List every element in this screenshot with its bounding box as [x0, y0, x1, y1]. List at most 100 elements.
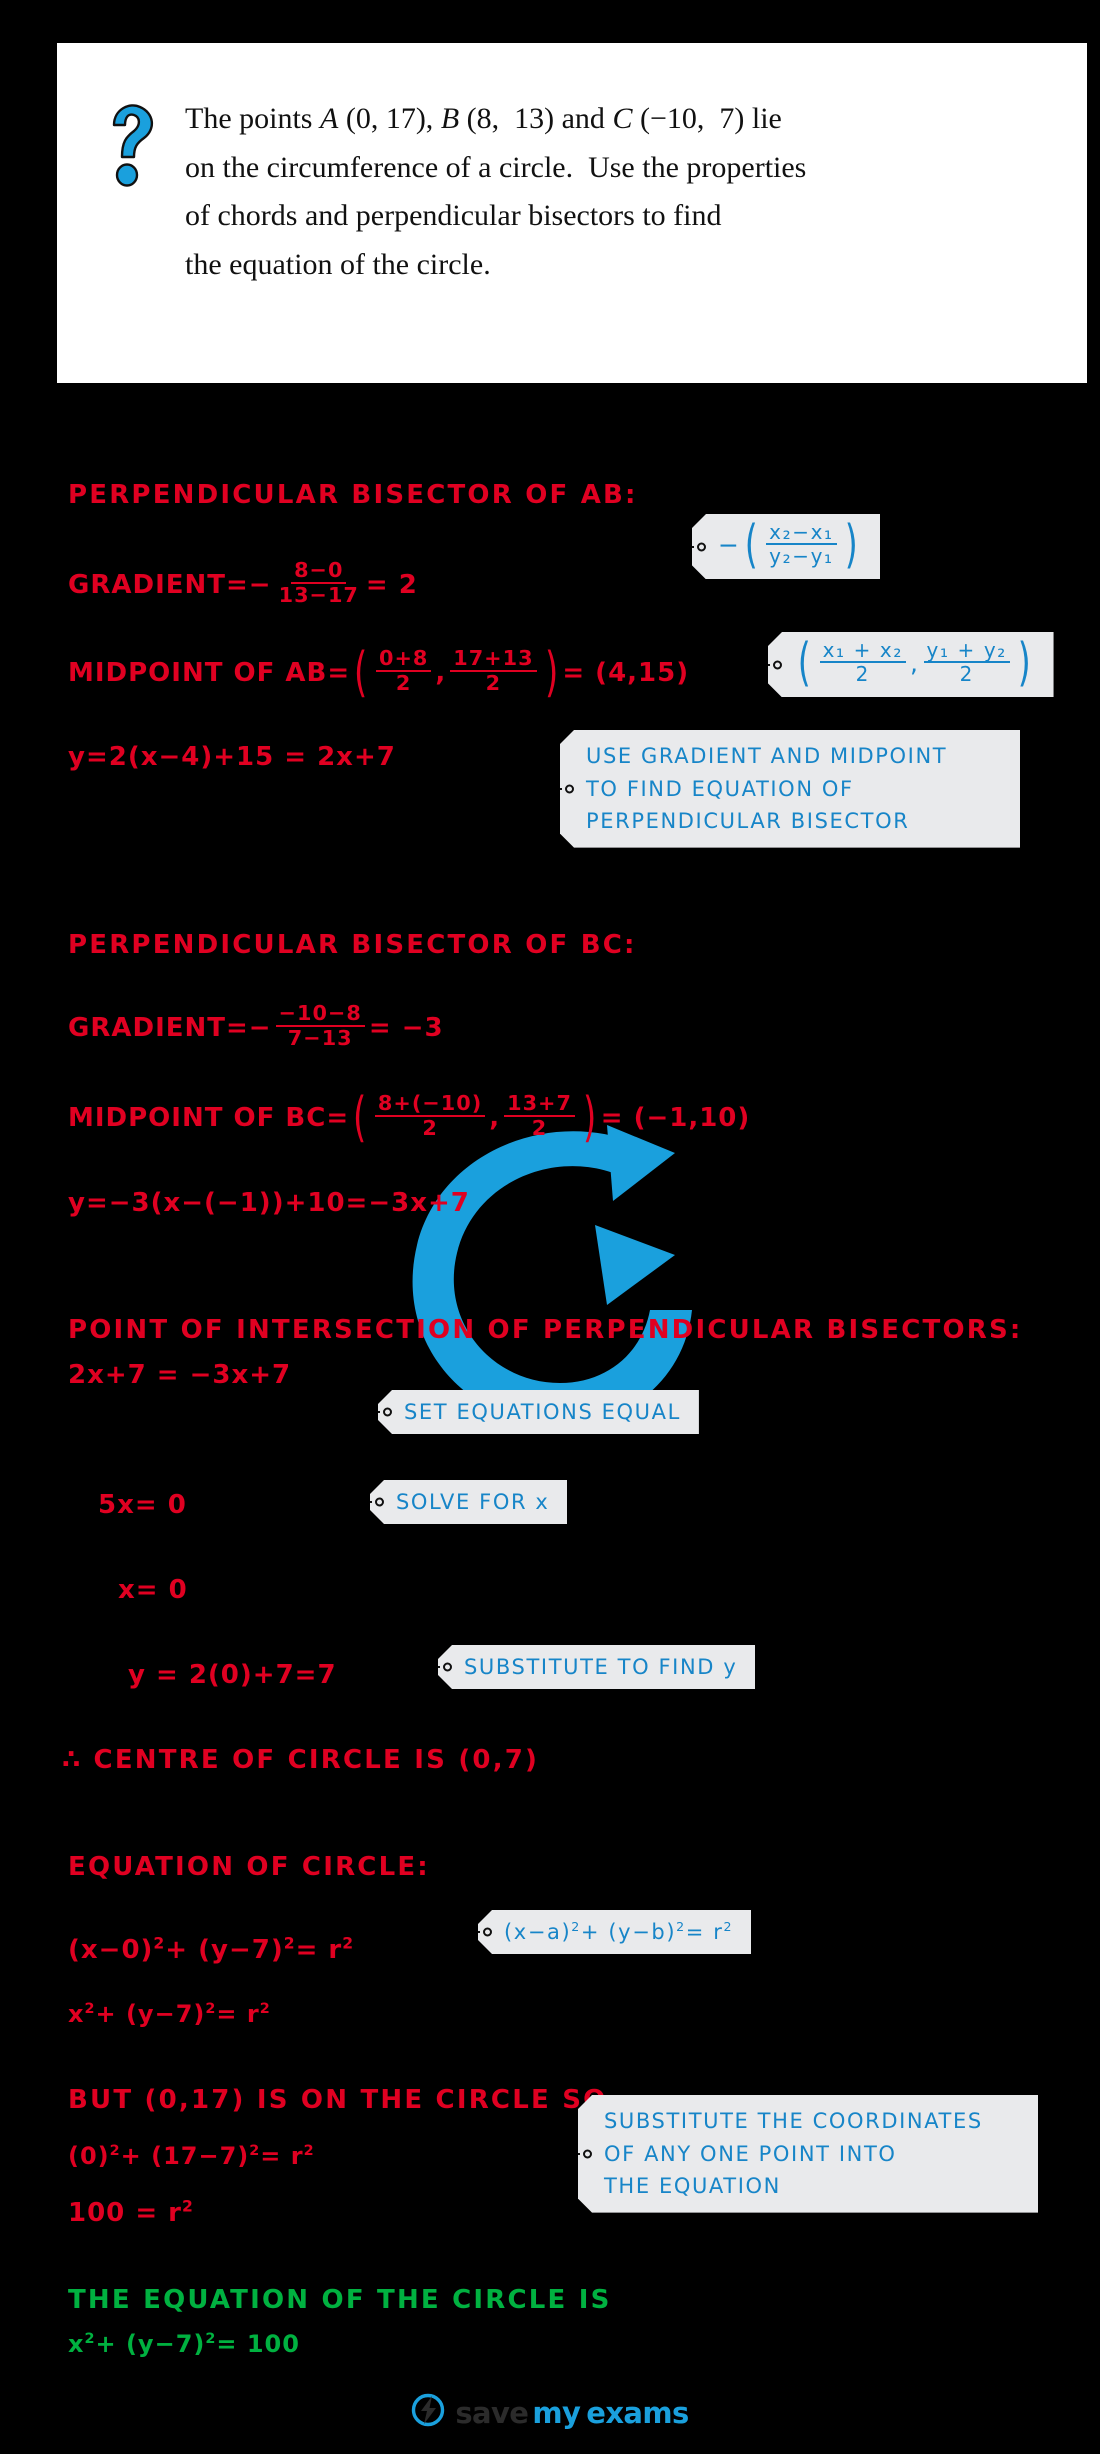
callout-use-gradient-midpoint: USE GRADIENT AND MIDPOINT TO FIND EQUATI…: [560, 730, 1020, 848]
gradient-formula-fraction: x₂−x₁ y₂−y₁: [766, 522, 836, 567]
right-paren: ): [844, 514, 859, 575]
pb-ab-line-equation: y=2(x−4)+15 = 2x+7: [68, 742, 396, 772]
power-2: 2: [84, 2001, 96, 2017]
power-2: 2: [676, 1919, 686, 1934]
tag-hole-icon: [483, 1928, 492, 1937]
tag-stem: [686, 546, 694, 548]
callout-gradient-formula: −(x₂−x₁ y₂−y₁): [692, 514, 880, 579]
fraction-numerator: x₂−x₁: [766, 522, 836, 545]
tag-hole-icon: [583, 2149, 592, 2158]
callout-solve-for-x: SOLVE FOR x: [370, 1480, 567, 1524]
fraction-denominator: 2: [422, 1115, 438, 1140]
footer-word-my: my: [532, 2395, 581, 2430]
term-b: + (y−7): [95, 2000, 206, 2028]
gradient-ab-result: = 2: [365, 570, 418, 601]
term-c: = r: [260, 2142, 304, 2170]
callout-line-1: SUBSTITUTE THE COORDINATES: [604, 2109, 983, 2133]
right-paren: ): [544, 641, 559, 704]
term-a: 100 = r: [68, 2198, 182, 2228]
heading-point-of-intersection: POINT OF INTERSECTION OF PERPENDICULAR B…: [68, 1315, 1023, 1345]
footer-word-exams: exams: [586, 2395, 689, 2430]
midpoint-bc-equation: MIDPOINT OF BC=(8+(−10) 2, 13+7 2) = (−1,10): [68, 1086, 751, 1149]
fraction-denominator: y₂−y₁: [769, 544, 834, 568]
term-a: (x−0): [68, 1935, 154, 1965]
question-card: The points A (0, 17), B (8, 13) and C (−…: [57, 43, 1087, 383]
substitute-point-line-1: (0)2+ (17−7)2= r2: [68, 2142, 315, 2170]
midpoint-bc-x-fraction: 8+(−10) 2: [374, 1092, 486, 1140]
midpoint-bc-y-fraction: 13+7 2: [504, 1092, 575, 1140]
gradient-ab-fraction: 8−0 13−17: [276, 559, 362, 607]
power-2: 2: [259, 2001, 271, 2017]
callout-line-3: THE EQUATION: [604, 2174, 781, 2199]
eq-sign: =: [327, 658, 351, 689]
power-2: 2: [181, 2197, 194, 2216]
minus-sign: −: [248, 570, 272, 601]
fraction-denominator: 2: [485, 670, 502, 695]
midpoint-bc-result: = (−1,10): [600, 1103, 751, 1134]
callout-line-2: TO FIND EQUATION OF: [586, 776, 854, 801]
tag-stem: [554, 788, 562, 790]
tag-hole-icon: [565, 784, 574, 793]
midpoint-formula-y-fraction: y₁ + y₂ 2: [924, 640, 1010, 685]
fraction-denominator: 7−13: [287, 1025, 353, 1050]
tag-stem: [472, 1931, 480, 1933]
midpoint-formula-math: (x₁ + x₂ 2, y₁ + y₂ 2): [794, 642, 1036, 687]
heading-pb-ab: PERPENDICULAR BISECTOR OF AB:: [68, 480, 638, 510]
tag-stem: [364, 1501, 372, 1503]
fraction-numerator: x₁ + x₂: [820, 640, 906, 663]
heading-but-point-on-circle: BUT (0,17) IS ON THE CIRCLE SO: [68, 2085, 608, 2115]
intersection-step-1: 2x+7 = −3x+7: [68, 1360, 292, 1390]
fraction-numerator: y₁ + y₂: [924, 640, 1010, 663]
tag-hole-icon: [383, 1408, 392, 1417]
question-mark-icon: [99, 99, 165, 200]
power-2: 2: [205, 2331, 217, 2347]
right-paren: ): [582, 1086, 597, 1149]
power-2: 2: [342, 1934, 355, 1953]
tag-hole-icon: [697, 542, 706, 551]
tag-stem: [372, 1411, 380, 1413]
pb-bc-line-equation: y=−3(x−(−1))+10=−3x+7: [68, 1188, 470, 1218]
callout-line-3: PERPENDICULAR BISECTOR: [586, 809, 910, 834]
tag-stem: [432, 1666, 440, 1668]
gradient-bc-equation: GRADIENT=− −10−8 7−13 = −3: [68, 1002, 444, 1052]
callout-line-2: OF ANY ONE POINT INTO: [604, 2141, 897, 2166]
callout-line-1: SUBSTITUTE TO FIND y: [464, 1655, 738, 1679]
fraction-numerator: 0+8: [375, 647, 432, 672]
power-2: 2: [571, 1919, 581, 1934]
midpoint-ab-equation: MIDPOINT OF AB=(0+8 2, 17+13 2) = (4,15): [68, 641, 690, 704]
midpoint-ab-y-fraction: 17+13 2: [450, 647, 537, 695]
worked-solution-page: The points A (0, 17), B (8, 13) and C (−…: [0, 0, 1100, 2454]
gradient-bc-fraction: −10−8 7−13: [275, 1002, 365, 1050]
callout-line-1: SET EQUATIONS EQUAL: [404, 1400, 681, 1424]
centre-of-circle-statement: ∴ CENTRE OF CIRCLE IS (0,7): [62, 1745, 540, 1775]
term-b: + (17−7): [120, 2142, 250, 2170]
question-line-1: The points A (0, 17), B (8, 13) and C (−…: [185, 102, 782, 135]
gradient-formula-math: −(x₂−x₁ y₂−y₁): [718, 524, 862, 569]
term-c: = r: [295, 1935, 343, 1965]
substitute-point-line-2: 100 = r2: [68, 2198, 194, 2228]
power-2: 2: [283, 1934, 296, 1953]
callout-midpoint-formula: (x₁ + x₂ 2, y₁ + y₂ 2): [768, 632, 1054, 697]
circle-equation-line-2: x2+ (y−7)2= r2: [68, 2000, 271, 2028]
term-a: (x−a): [504, 1920, 572, 1944]
fraction-denominator: 13−17: [278, 582, 359, 607]
power-2: 2: [205, 2001, 217, 2017]
tag-hole-icon: [443, 1663, 452, 1672]
comma: ,: [910, 648, 920, 678]
final-answer-heading: THE EQUATION OF THE CIRCLE IS: [68, 2285, 612, 2315]
term-a: x: [68, 2000, 85, 2028]
footer-word-save: save: [455, 2395, 529, 2430]
gradient-bc-label: GRADIENT: [68, 1013, 226, 1044]
power-2: 2: [249, 2143, 261, 2159]
power-2: 2: [723, 1919, 734, 1934]
left-paren: (: [353, 641, 369, 704]
fraction-numerator: 17+13: [450, 647, 537, 672]
callout-line-1: SOLVE FOR x: [396, 1490, 550, 1514]
midpoint-bc-label: MIDPOINT OF BC: [68, 1103, 327, 1134]
power-2: 2: [303, 2143, 315, 2159]
callout-lines: SUBSTITUTE THE COORDINATES OF ANY ONE PO…: [604, 2105, 983, 2203]
save-my-exams-bolt-icon: [411, 2393, 445, 2432]
intersection-step-4: y = 2(0)+7=7: [128, 1660, 337, 1690]
term-a: (0): [68, 2142, 110, 2170]
minus-sign: −: [248, 1013, 272, 1044]
